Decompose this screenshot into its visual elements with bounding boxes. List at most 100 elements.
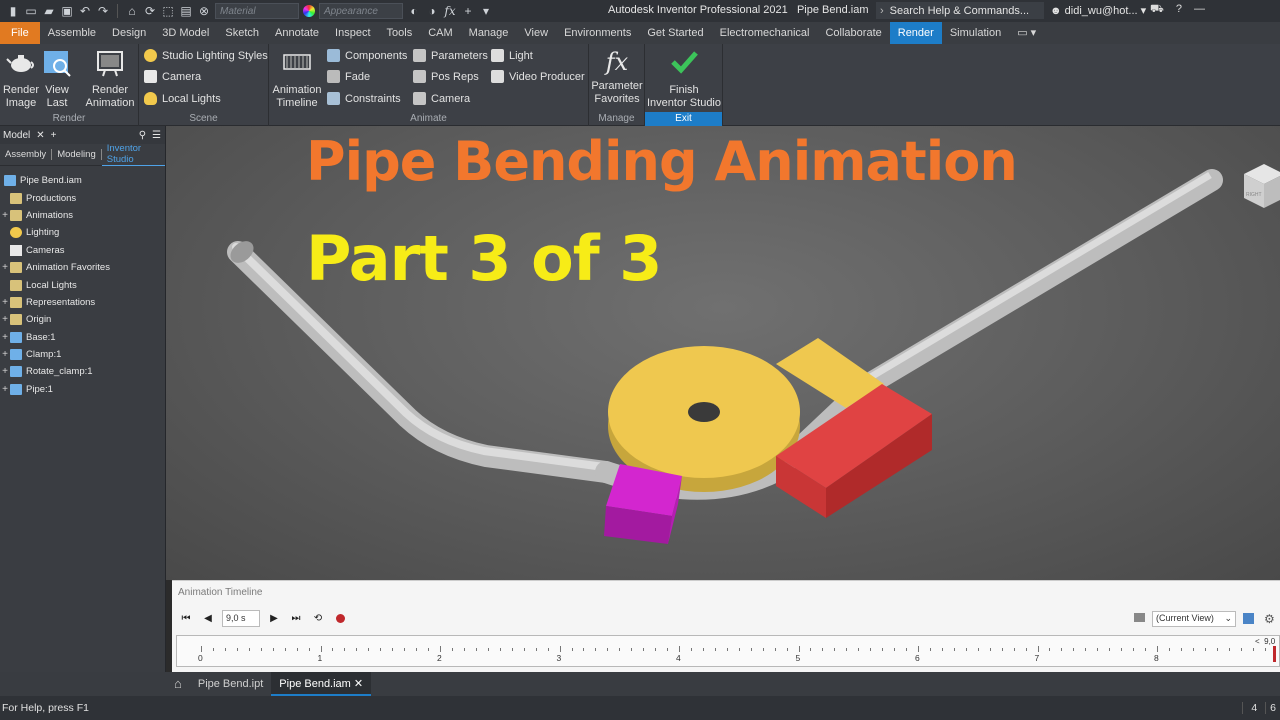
tab-tools[interactable]: Tools bbox=[379, 22, 421, 44]
home-icon[interactable]: ⌂ bbox=[166, 672, 190, 696]
tab-environments[interactable]: Environments bbox=[556, 22, 639, 44]
tab-collaborate[interactable]: Collaborate bbox=[817, 22, 889, 44]
minimize-icon[interactable]: — bbox=[1194, 3, 1205, 17]
parameter-favorites-button[interactable]: fx Parameter Favorites bbox=[591, 47, 643, 106]
tab-manage[interactable]: Manage bbox=[461, 22, 517, 44]
material-select[interactable]: Material bbox=[215, 3, 299, 19]
tab-3d-model[interactable]: 3D Model bbox=[154, 22, 217, 44]
render-animation-button[interactable]: Render Animation bbox=[82, 47, 138, 110]
expand-icon[interactable]: + bbox=[0, 349, 10, 360]
expand-icon[interactable]: + bbox=[0, 210, 10, 221]
record-icon[interactable] bbox=[332, 611, 348, 627]
adjust-icon[interactable]: ◐ bbox=[407, 4, 421, 18]
subtab-inventor-studio[interactable]: Inventor Studio bbox=[101, 143, 165, 166]
tree-item-rotate-clamp-1[interactable]: + Rotate_clamp:1 bbox=[0, 363, 165, 380]
parameters-button[interactable]: Parameters bbox=[413, 49, 488, 62]
go-to-end-icon[interactable]: ⏭ bbox=[288, 611, 304, 627]
cart-icon[interactable]: ⛟ bbox=[1150, 3, 1164, 17]
tree-item-lighting[interactable]: Lighting bbox=[0, 224, 165, 241]
tab-simulation[interactable]: Simulation bbox=[942, 22, 1009, 44]
fade-button[interactable]: Fade bbox=[327, 70, 370, 83]
clear-override-icon[interactable]: ⊗ bbox=[197, 4, 211, 18]
timeline-track[interactable]: < 9,0 0 1 2 3 4 5 6 7 8 bbox=[176, 635, 1280, 667]
tab-sketch[interactable]: Sketch bbox=[217, 22, 267, 44]
tree-root[interactable]: Pipe Bend.iam bbox=[0, 172, 165, 189]
browser-tab-model[interactable]: Model bbox=[3, 130, 30, 141]
help-icon[interactable]: ? bbox=[1176, 3, 1182, 17]
tab-file[interactable]: File bbox=[0, 22, 40, 44]
local-lights-button[interactable]: Local Lights bbox=[144, 92, 221, 105]
tree-item-clamp-1[interactable]: + Clamp:1 bbox=[0, 346, 165, 363]
tree-item-animations[interactable]: + Animations bbox=[0, 207, 165, 224]
tab-design[interactable]: Design bbox=[104, 22, 154, 44]
tab-assemble[interactable]: Assemble bbox=[40, 22, 104, 44]
add-tab-icon[interactable]: + bbox=[51, 130, 57, 141]
add-camera-action-icon[interactable] bbox=[1243, 613, 1254, 624]
subtab-assembly[interactable]: Assembly bbox=[0, 149, 53, 160]
app-menu-icon[interactable]: ▮ bbox=[6, 4, 20, 18]
view-last-button[interactable]: View Last bbox=[42, 47, 72, 110]
customize-icon[interactable]: ▾ bbox=[479, 4, 493, 18]
user-account[interactable]: ☻ didi_wu@hot... ▾ bbox=[1050, 4, 1146, 17]
close-icon[interactable]: ✕ bbox=[354, 678, 363, 690]
light-button[interactable]: Light bbox=[491, 49, 533, 62]
redo-icon[interactable]: ↷ bbox=[96, 4, 110, 18]
viewcube[interactable]: RIGHT bbox=[1242, 162, 1280, 208]
subtab-modeling[interactable]: Modeling bbox=[52, 149, 102, 160]
tree-item-base-1[interactable]: + Base:1 bbox=[0, 329, 165, 346]
ribbon-options-icon[interactable]: ▭ ▾ bbox=[1009, 22, 1044, 44]
search-icon[interactable]: ⚲ bbox=[139, 130, 146, 141]
fx-icon[interactable]: fx bbox=[443, 4, 457, 18]
expand-icon[interactable]: + bbox=[0, 262, 10, 273]
repeat-icon[interactable]: ⟲ bbox=[310, 611, 326, 627]
time-input[interactable]: 9,0 s bbox=[222, 610, 260, 627]
tree-item-origin[interactable]: + Origin bbox=[0, 311, 165, 328]
animate-camera-button[interactable]: Camera bbox=[413, 92, 470, 105]
play-icon[interactable]: ▶ bbox=[266, 611, 282, 627]
tab-inspect[interactable]: Inspect bbox=[327, 22, 378, 44]
tree-item-pipe-1[interactable]: + Pipe:1 bbox=[0, 381, 165, 398]
animation-timeline-button[interactable]: Animation Timeline bbox=[271, 47, 323, 110]
tab-annotate[interactable]: Annotate bbox=[267, 22, 327, 44]
help-search-input[interactable]: › Search Help & Commands... bbox=[876, 2, 1044, 19]
constraints-button[interactable]: Constraints bbox=[327, 92, 401, 105]
components-button[interactable]: Components bbox=[327, 49, 407, 62]
open-folder-icon[interactable]: ▰ bbox=[42, 4, 56, 18]
timeline-options-icon[interactable]: ⚙ bbox=[1264, 612, 1275, 626]
tree-item-productions[interactable]: Productions bbox=[0, 189, 165, 206]
render-image-button[interactable]: Render Image bbox=[2, 47, 40, 110]
expand-icon[interactable]: + bbox=[0, 314, 10, 325]
tree-item-local-lights[interactable]: Local Lights bbox=[0, 276, 165, 293]
doc-tab-iam[interactable]: Pipe Bend.iam ✕ bbox=[271, 672, 372, 696]
camera-view-select[interactable]: (Current View) ⌄ bbox=[1152, 611, 1236, 627]
tab-get-started[interactable]: Get Started bbox=[639, 22, 711, 44]
menu-icon[interactable]: ☰ bbox=[152, 130, 161, 141]
expand-icon[interactable]: + bbox=[0, 366, 10, 377]
properties-icon[interactable]: ▤ bbox=[179, 4, 193, 18]
update-icon[interactable]: ⟳ bbox=[143, 4, 157, 18]
time-cursor[interactable] bbox=[1273, 646, 1276, 662]
clear-icon[interactable]: ◑ bbox=[425, 4, 439, 18]
tree-item-representations[interactable]: + Representations bbox=[0, 294, 165, 311]
video-producer-button[interactable]: Video Producer bbox=[491, 70, 585, 83]
save-icon[interactable]: ▣ bbox=[60, 4, 74, 18]
play-reverse-icon[interactable]: ◀ bbox=[200, 611, 216, 627]
doc-tab-ipt[interactable]: Pipe Bend.ipt bbox=[190, 672, 271, 696]
studio-lighting-styles-button[interactable]: Studio Lighting Styles bbox=[144, 49, 268, 62]
expand-icon[interactable]: + bbox=[0, 297, 10, 308]
go-to-start-icon[interactable]: ⏮ bbox=[178, 611, 194, 627]
appearance-select[interactable]: Appearance bbox=[319, 3, 403, 19]
tab-view[interactable]: View bbox=[516, 22, 556, 44]
home-icon[interactable]: ⌂ bbox=[125, 4, 139, 18]
close-icon[interactable]: ✕ bbox=[36, 130, 44, 141]
tree-item-animation-favorites[interactable]: + Animation Favorites bbox=[0, 259, 165, 276]
add-icon[interactable]: + bbox=[461, 4, 475, 18]
tab-render[interactable]: Render bbox=[889, 22, 942, 44]
graphics-viewport[interactable]: Pipe Bending Animation Part 3 of 3 RIGHT bbox=[166, 126, 1280, 580]
tree-item-cameras[interactable]: Cameras bbox=[0, 242, 165, 259]
pos-reps-button[interactable]: Pos Reps bbox=[413, 70, 479, 83]
undo-icon[interactable]: ↶ bbox=[78, 4, 92, 18]
tab-electromechanical[interactable]: Electromechanical bbox=[712, 22, 818, 44]
select-icon[interactable]: ⬚ bbox=[161, 4, 175, 18]
expand-icon[interactable]: + bbox=[0, 332, 10, 343]
